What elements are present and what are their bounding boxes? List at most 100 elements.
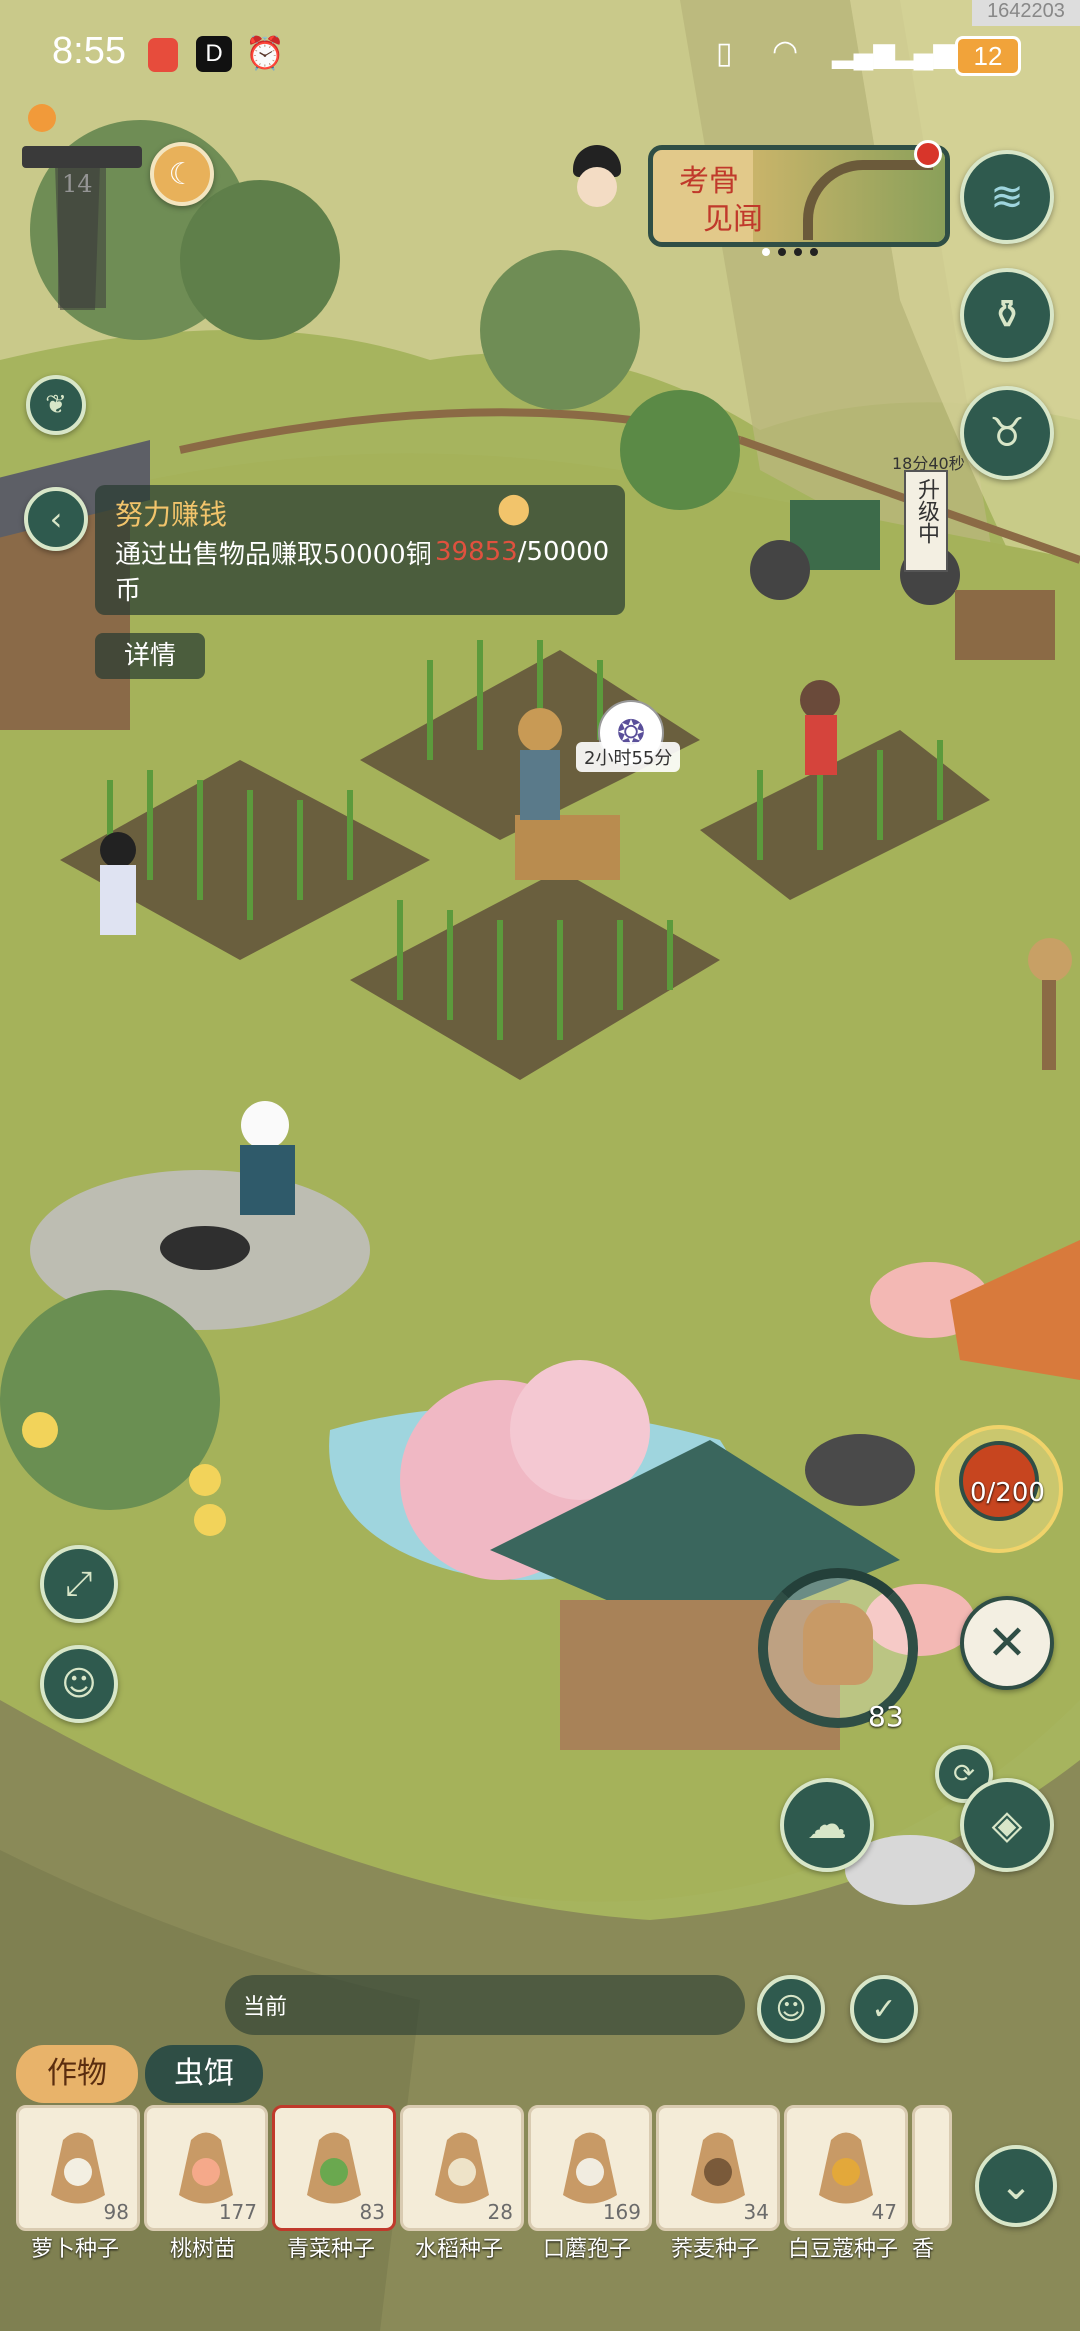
orange-dot [28, 104, 56, 132]
expand-icon: ⤢ [65, 1564, 93, 1604]
chevron-down-icon: ⌄ [999, 2163, 1033, 2209]
rotate-icon: ⟳ [953, 1759, 975, 1789]
npc-face [577, 167, 617, 207]
character-button[interactable]: ☺ [40, 1645, 118, 1723]
seed-count: 177 [218, 2200, 257, 2224]
leaf-button[interactable]: ❦ [26, 375, 86, 435]
seed-item-greens[interactable]: 83 [272, 2105, 396, 2231]
seed-count: 28 [487, 2200, 513, 2224]
battery-icon: 12 [955, 36, 1021, 76]
tab-bait[interactable]: 虫饵 [145, 2045, 263, 2103]
current-label: 当前 [243, 1995, 288, 2020]
signal-icon-1: ▂▄▆ [832, 37, 895, 68]
page-dot [762, 248, 770, 256]
wave-menu-button[interactable]: ≋ [960, 150, 1054, 244]
battery-level: 12 [973, 41, 1003, 71]
quest-progress-total: /50000 [517, 537, 610, 567]
quest-panel[interactable]: 努力赚钱 ⬤ 通过出售物品赚取50000铜币 39853/50000 [95, 485, 625, 615]
location-pin-icon: ⬤ [497, 491, 531, 526]
seed-bag-icon [299, 2120, 369, 2210]
quest-detail-button[interactable]: 详情 [95, 633, 205, 679]
alarm-icon: ⏰ [245, 35, 285, 71]
wifi-icon: ◠ [772, 35, 799, 68]
selected-seed-count: 83 [868, 1700, 904, 1733]
seed-name: 桃树苗 [169, 2237, 236, 2262]
cloud-button[interactable]: ☁ [780, 1778, 874, 1872]
compass-button[interactable]: ◈ [960, 1778, 1054, 1872]
quest-title: 努力赚钱 [115, 498, 228, 531]
totem-top [22, 146, 142, 168]
signal-icon-2: ▂▄▆ [892, 37, 955, 68]
seed-bag-icon [171, 2120, 241, 2210]
vibrate-icon: ▯ [716, 37, 733, 70]
status-bar: 8:55 D ⏰ ▯ ◠ ▂▄▆ ▂▄▆ 12 1642203 [0, 0, 1080, 110]
seed-item-buckwheat[interactable]: 34 [656, 2105, 780, 2231]
quest-progress: 39853/50000 [435, 537, 609, 567]
upgrade-sign[interactable]: 升级中 [904, 470, 948, 572]
leaf-icon: ❦ [45, 390, 67, 420]
chevron-left-icon: ‹ [49, 500, 63, 538]
ox-menu-button[interactable]: ♉ [960, 386, 1054, 480]
seed-item-radish[interactable]: 98 [16, 2105, 140, 2231]
watermark: 1642203 [972, 0, 1080, 26]
smile-icon: ☺ [775, 1991, 807, 2027]
seed-name: 白豆蔻种子 [787, 2237, 898, 2262]
seed-count: 98 [103, 2200, 129, 2224]
page-dot [778, 248, 786, 256]
seed-list: 98 177 83 28 169 34 47 萝卜种子 桃树苗 青菜种子 水稻种… [0, 2105, 952, 2285]
seed-name: 口蘑孢子 [542, 2237, 631, 2262]
upgrade-label: 升级中 [914, 478, 939, 544]
page-dot [794, 248, 802, 256]
expand-button[interactable]: ⤢ [40, 1545, 118, 1623]
close-icon: ✕ [986, 1615, 1028, 1671]
seed-bag-icon [555, 2120, 625, 2210]
check-icon: ✓ [871, 1991, 897, 2027]
seed-count: 169 [602, 2200, 641, 2224]
cancel-button[interactable]: ✕ [960, 1596, 1054, 1690]
jar-icon: ⚱ [990, 292, 1024, 338]
clock: 8:55 [52, 30, 126, 72]
jar-menu-button[interactable]: ⚱ [960, 268, 1054, 362]
wave-icon: ≋ [990, 174, 1024, 220]
seed-name: 荞麦种子 [670, 2237, 759, 2262]
emoji-button[interactable]: ☺ [757, 1975, 825, 2043]
quest-description: 通过出售物品赚取50000铜币 [115, 540, 432, 606]
seed-bag-icon [43, 2120, 113, 2210]
level-totem[interactable]: 14 [22, 140, 142, 310]
seed-item-partial[interactable] [912, 2105, 952, 2231]
current-bar: 当前 [225, 1975, 745, 2035]
crop-timer: 2小时55分 [576, 742, 681, 772]
selected-seed-bag-icon [803, 1603, 873, 1685]
seed-item-mushroom[interactable]: 169 [528, 2105, 652, 2231]
exhibit-title-line2: 见闻 [703, 202, 763, 237]
quest-progress-current: 39853 [435, 537, 518, 567]
person-icon: ☺ [61, 1664, 97, 1704]
moon-icon: ☾ [168, 156, 196, 192]
npc-portrait[interactable] [563, 145, 631, 225]
compass-icon: ◈ [991, 1802, 1023, 1848]
seed-name: 香 [912, 2237, 935, 2262]
check-button[interactable]: ✓ [850, 1975, 918, 2043]
cloud-icon: ☁ [807, 1802, 847, 1848]
seed-bag-icon [427, 2120, 497, 2210]
exhibit-notification-dot [914, 140, 942, 168]
seed-bag-icon [811, 2120, 881, 2210]
seed-name: 青菜种子 [286, 2237, 375, 2262]
ox-icon: ♉ [989, 410, 1025, 456]
energy-count: 0/200 [970, 1478, 1045, 1508]
notification-icon [148, 38, 178, 72]
seed-count: 83 [359, 2200, 385, 2224]
collapse-quest-button[interactable]: ‹ [24, 487, 88, 551]
tab-crops[interactable]: 作物 [16, 2045, 138, 2103]
seed-count: 47 [871, 2200, 897, 2224]
app-d-icon: D [196, 36, 232, 72]
moon-button[interactable]: ☾ [150, 142, 214, 206]
exhibit-banner[interactable]: 考骨 见闻 [648, 145, 950, 247]
totem-pillar [58, 168, 106, 308]
seed-item-rice[interactable]: 28 [400, 2105, 524, 2231]
collapse-panel-button[interactable]: ⌄ [975, 2145, 1057, 2227]
seed-item-peach[interactable]: 177 [144, 2105, 268, 2231]
seed-item-cardamom[interactable]: 47 [784, 2105, 908, 2231]
seed-name: 萝卜种子 [30, 2237, 119, 2262]
seed-count: 34 [743, 2200, 769, 2224]
